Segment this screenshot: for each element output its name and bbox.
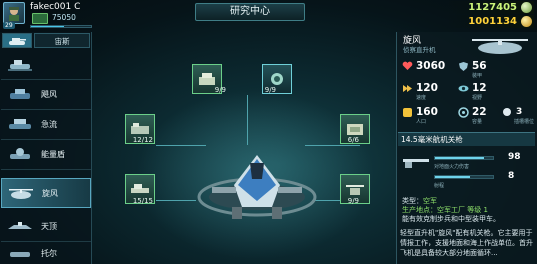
sidebar-unit-hurricane[interactable]: 飓风 xyxy=(1,80,91,110)
capacity-icon xyxy=(457,106,469,118)
module-count: 9/9 xyxy=(214,86,226,94)
xp-progress-fill xyxy=(31,26,64,27)
aircraft-icon xyxy=(10,252,30,257)
gold-coin-icon xyxy=(521,16,532,27)
stat-cost-value: 160 xyxy=(416,106,438,118)
stat-sight-label: 视野 xyxy=(472,95,483,101)
module-count: 6/6 xyxy=(347,136,359,144)
xp-progress-bar xyxy=(30,25,92,28)
population-icon xyxy=(401,106,413,118)
tab-air-units[interactable]: 宙斯 xyxy=(34,33,90,48)
aircraft-icon xyxy=(9,119,31,129)
player-avatar[interactable] xyxy=(3,2,25,24)
module-count: 15/15 xyxy=(132,197,153,205)
stat-speed-label: 速度 xyxy=(416,95,427,101)
speed-icon xyxy=(401,82,413,94)
type-label: 类型： xyxy=(402,197,423,205)
stat-slots-label: 插槽槽位 xyxy=(514,119,535,125)
sidebar-unit-whirlwind[interactable]: 旋风 xyxy=(1,178,91,208)
aircraft-icon xyxy=(8,60,32,71)
stat-slots-value: 3 xyxy=(516,107,523,117)
soldier-icon xyxy=(9,7,19,21)
unit-thumbnail xyxy=(5,245,35,263)
unit-sidebar: 宙斯 飓风 急流 能量盾 旋风 天顶 托尔 xyxy=(0,32,92,264)
aircraft-icon xyxy=(10,148,30,159)
range-value: 8 xyxy=(508,171,515,181)
unit-name: 急流 xyxy=(41,120,57,129)
sidebar-unit-zeus[interactable] xyxy=(1,50,91,80)
helicopter-icon xyxy=(472,39,528,54)
rank-icon xyxy=(32,13,48,24)
heart-icon xyxy=(401,60,413,72)
sidebar-unit-zenith[interactable]: 天顶 xyxy=(1,212,91,242)
aircraft-icon xyxy=(8,222,32,229)
damage-value: 98 xyxy=(508,152,521,162)
helicopter-icon xyxy=(9,189,33,199)
top-bar: 29 fakec001 C 75050 研究中心 1127405 1001134 xyxy=(0,0,537,30)
player-level-badge: 29 xyxy=(3,22,15,29)
page-title: 研究中心 xyxy=(195,3,305,21)
unit-preview xyxy=(468,34,532,58)
unit-thumbnail xyxy=(6,182,36,206)
damage-label: 对地面火力伤害 xyxy=(434,164,470,170)
stat-capacity-value: 22 xyxy=(472,106,487,118)
unit-thumbnail xyxy=(5,215,35,239)
stat-capacity-label: 容量 xyxy=(472,119,483,125)
aircraft-icon xyxy=(10,89,30,99)
player-xp: 75050 xyxy=(52,13,76,22)
tab-ground-units[interactable] xyxy=(2,33,32,48)
player-name: fakec001 C xyxy=(30,2,81,12)
unit-name: 能量盾 xyxy=(41,150,65,159)
gold-amount: 1001134 xyxy=(468,16,517,27)
unit-note: 能有效克制步兵和中型装甲车。 xyxy=(402,215,500,223)
tank-icon xyxy=(9,38,26,45)
sidebar-unit-rapids[interactable]: 急流 xyxy=(1,110,91,140)
module-count: 9/9 xyxy=(264,86,276,94)
unit-name: 天顶 xyxy=(41,222,57,231)
unit-thumbnail xyxy=(5,53,35,77)
weapon-icon xyxy=(401,150,431,172)
connector-line xyxy=(247,95,248,145)
slots-icon xyxy=(501,106,513,118)
unit-subtitle: 侦察直升机 xyxy=(403,46,436,54)
unit-name: 飓风 xyxy=(41,90,57,99)
unit-thumbnail xyxy=(5,143,35,167)
unit-thumbnail xyxy=(5,113,35,137)
unit-name: 托尔 xyxy=(41,249,57,258)
damage-bar-fill xyxy=(435,157,485,159)
weapon-module-icon xyxy=(131,184,149,193)
unit-description: 轻型直升机"旋风"配有机关枪。它主要用于情报工作，支援地面和海上作战单位。首升飞… xyxy=(400,229,533,257)
stat-speed-value: 120 xyxy=(416,82,438,94)
helicopter-model xyxy=(197,155,317,219)
silver-resource[interactable]: 1127405 xyxy=(446,1,534,14)
stat-sight-value: 12 xyxy=(472,82,487,94)
silver-coin-icon xyxy=(521,2,532,13)
stat-hp-value: 3060 xyxy=(416,60,446,72)
module-count: 12/12 xyxy=(132,136,153,144)
weapon-name: 14.5毫米航机关枪 xyxy=(398,132,535,146)
stat-cost-label: 人口 xyxy=(416,119,427,125)
eye-icon xyxy=(457,82,469,94)
silver-amount: 1127405 xyxy=(468,2,517,13)
unit-name: 旋风 xyxy=(42,189,58,198)
stat-hp: 3060 xyxy=(401,56,445,76)
stat-armor-value: 56 xyxy=(472,60,487,72)
module-count: 9/9 xyxy=(347,197,359,205)
sidebar-unit-energy-shield[interactable]: 能量盾 xyxy=(1,140,91,170)
rotor-module-icon xyxy=(346,185,364,195)
type-value: 空军 xyxy=(423,197,437,205)
range-label: 射程 xyxy=(434,183,445,189)
sidebar-unit-thor[interactable]: 托尔 xyxy=(1,242,91,264)
unit-thumbnail xyxy=(5,83,35,107)
range-bar-fill xyxy=(435,176,470,178)
connector-line xyxy=(156,200,196,201)
tab-air-units-label: 宙斯 xyxy=(54,37,70,46)
shield-icon xyxy=(457,60,469,72)
gold-resource[interactable]: 1001134 xyxy=(446,15,534,28)
range-bar xyxy=(434,175,494,179)
damage-bar xyxy=(434,156,494,160)
